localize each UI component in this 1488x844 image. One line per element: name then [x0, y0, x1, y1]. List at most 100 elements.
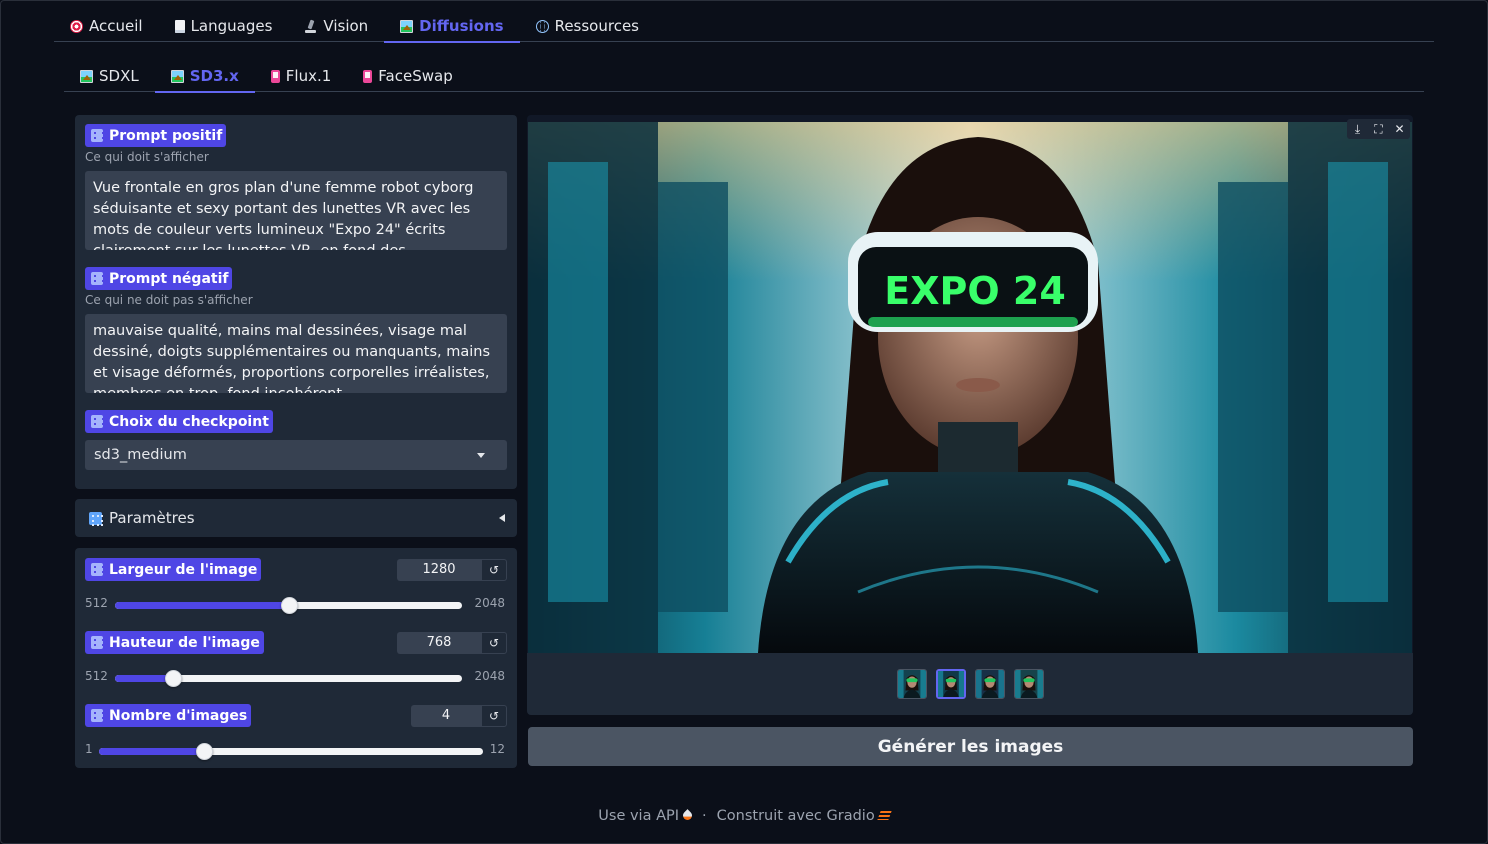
globe-icon — [535, 19, 549, 33]
zipper-icon — [91, 709, 104, 722]
prompts-panel: Prompt positif Ce qui doit s'afficher Vu… — [75, 115, 517, 489]
gradio-link-text: Construit avec Gradio — [716, 808, 875, 824]
slider-track[interactable] — [115, 597, 462, 614]
tab-diffusions[interactable]: Diffusions — [384, 10, 520, 43]
headset-text: EXPO 24 — [884, 269, 1066, 313]
checkpoint-dropdown[interactable]: sd3_medium — [85, 440, 507, 470]
label-text: Nombre d'images — [109, 707, 248, 724]
tab-label: SDXL — [99, 67, 139, 85]
height-reset-button[interactable]: ↺ — [481, 631, 507, 654]
tab-accueil[interactable]: Accueil — [54, 10, 159, 42]
tab-flux[interactable]: Flux.1 — [255, 60, 348, 92]
tab-languages[interactable]: Languages — [159, 10, 289, 42]
label-text: Prompt négatif — [109, 270, 229, 287]
tab-sd3[interactable]: SD3.x — [154, 60, 255, 93]
gallery-thumbnail[interactable] — [896, 669, 927, 699]
reset-icon: ↺ — [488, 635, 500, 650]
thumbnail-strip — [527, 653, 1413, 715]
gradio-logo-icon — [877, 811, 892, 820]
prompt-positive-help: Ce qui doit s'afficher — [85, 150, 209, 164]
slider-track[interactable] — [115, 670, 462, 687]
slider-min: 1 — [85, 742, 93, 756]
height-slider-block: Hauteur de l'image 768 ↺ 512 2048 — [85, 630, 507, 689]
reset-icon: ↺ — [488, 562, 500, 577]
output-gallery: EXPO 24 ⤓ ⛶ ✕ — [527, 115, 1413, 715]
phone-icon — [363, 69, 373, 83]
chevron-down-icon — [477, 452, 485, 458]
prompt-negative-label: Prompt négatif — [85, 267, 233, 290]
generated-image[interactable]: EXPO 24 — [528, 122, 1412, 653]
count-slider[interactable]: 1 12 — [85, 738, 507, 762]
gradio-link[interactable]: Construit avec Gradio — [716, 808, 892, 824]
download-icon[interactable]: ⤓ — [1347, 119, 1368, 139]
sliders-panel: Largeur de l'image 1280 ↺ 512 2048 Haute… — [75, 548, 517, 768]
sub-tab-bar: SDXL SD3.x Flux.1 FaceSwap — [64, 60, 1424, 93]
picture-icon — [400, 19, 414, 33]
checkpoint-value: sd3_medium — [94, 447, 187, 463]
slider-min: 512 — [85, 596, 108, 610]
parameters-accordion[interactable]: Paramètres — [75, 499, 517, 537]
gallery-thumbnail[interactable] — [935, 669, 966, 699]
close-icon[interactable]: ✕ — [1389, 119, 1410, 139]
page-icon — [174, 19, 185, 33]
height-slider[interactable]: 512 2048 — [85, 665, 507, 689]
zipper-icon — [91, 415, 104, 428]
picture-icon — [80, 69, 93, 83]
microscope-icon — [304, 20, 317, 33]
dart-icon — [70, 19, 83, 33]
height-number-input[interactable]: 768 — [397, 631, 481, 654]
tab-label: Diffusions — [419, 17, 504, 35]
count-number-input[interactable]: 4 — [411, 704, 481, 727]
tab-label: FaceSwap — [378, 67, 453, 85]
label-text: Largeur de l'image — [109, 561, 258, 578]
gallery-thumbnail[interactable] — [974, 669, 1005, 699]
caret-left-icon — [499, 514, 505, 522]
tab-label: Ressources — [554, 17, 639, 35]
accordion-label: Paramètres — [109, 509, 195, 527]
slider-fill — [115, 602, 289, 609]
tab-label: SD3.x — [189, 67, 239, 85]
rocket-icon — [681, 809, 694, 822]
slider-fill — [99, 748, 204, 755]
prompt-positive-textarea[interactable]: Vue frontale en gros plan d'une femme ro… — [85, 171, 507, 250]
tab-label: Flux.1 — [285, 67, 332, 85]
slider-track[interactable] — [99, 743, 483, 760]
width-label: Largeur de l'image — [85, 558, 262, 581]
fullscreen-icon[interactable]: ⛶ — [1368, 119, 1389, 139]
slider-max: 12 — [489, 742, 505, 756]
tab-vision[interactable]: Vision — [288, 10, 384, 42]
width-slider[interactable]: 512 2048 — [85, 592, 507, 616]
api-link-text: Use via API — [598, 808, 680, 824]
tab-label: Accueil — [89, 17, 143, 35]
slider-thumb[interactable] — [280, 597, 298, 614]
width-number-input[interactable]: 1280 — [397, 558, 481, 581]
slider-thumb[interactable] — [195, 743, 213, 760]
count-slider-block: Nombre d'images 4 ↺ 1 12 — [85, 703, 507, 762]
phone-icon — [270, 69, 280, 83]
label-text: Prompt positif — [109, 127, 223, 144]
label-text: Hauteur de l'image — [109, 634, 260, 651]
picture-icon — [170, 69, 184, 83]
slider-max: 2048 — [474, 669, 505, 683]
zipper-icon — [91, 563, 104, 576]
zipper-icon — [91, 129, 104, 142]
gallery-toolbar: ⤓ ⛶ ✕ — [1347, 119, 1410, 139]
tab-sdxl[interactable]: SDXL — [64, 60, 155, 92]
width-reset-button[interactable]: ↺ — [481, 558, 507, 581]
count-label: Nombre d'images — [85, 704, 252, 727]
prompt-positive-label: Prompt positif — [85, 124, 227, 147]
prompt-negative-textarea[interactable]: mauvaise qualité, mains mal dessinées, v… — [85, 314, 507, 393]
generate-button[interactable]: Générer les images — [528, 727, 1413, 766]
reset-icon: ↺ — [488, 708, 500, 723]
slider-thumb[interactable] — [164, 670, 182, 687]
gallery-thumbnail[interactable] — [1013, 669, 1044, 699]
label-text: Choix du checkpoint — [109, 413, 269, 430]
tab-ressources[interactable]: Ressources — [520, 10, 655, 42]
height-label: Hauteur de l'image — [85, 631, 264, 654]
zipper-icon — [91, 272, 104, 285]
footer-separator: · — [702, 808, 707, 824]
width-slider-block: Largeur de l'image 1280 ↺ 512 2048 — [85, 557, 507, 616]
tab-faceswap[interactable]: FaceSwap — [347, 60, 468, 92]
count-reset-button[interactable]: ↺ — [481, 704, 507, 727]
api-link[interactable]: Use via API — [598, 808, 694, 824]
